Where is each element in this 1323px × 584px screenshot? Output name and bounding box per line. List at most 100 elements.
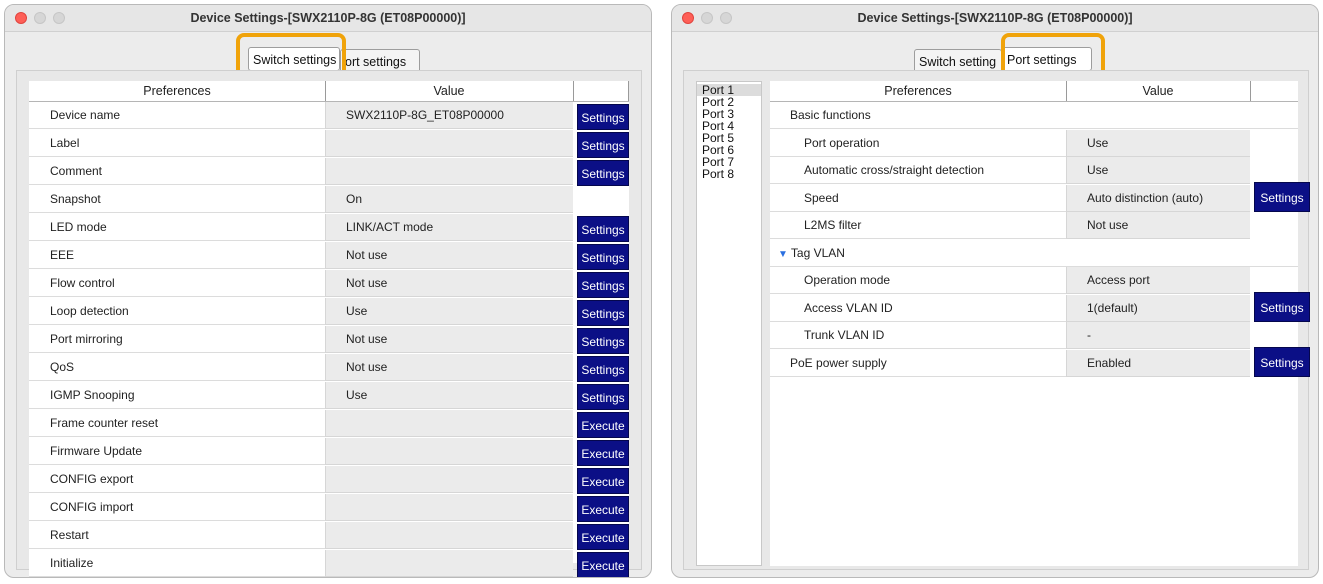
switch-settings-table: Preferences Value Device name SWX2110P-8G… [29, 81, 629, 577]
table-row: Speed Auto distinction (auto) [770, 184, 1298, 213]
value-label [325, 130, 573, 157]
table-row: Port mirroring Not use Settings [29, 326, 629, 354]
table-row: Firmware Update Execute [29, 438, 629, 466]
pref-trunk-vlan-id: Trunk VLAN ID [770, 322, 1066, 349]
value-poe-power-supply: Enabled [1066, 349, 1250, 377]
pref-igmp-snooping: IGMP Snooping [29, 382, 325, 409]
pref-automatic-cross-straight-detection: Automatic cross/straight detection [770, 157, 1066, 184]
table-row: QoS Not use Settings [29, 354, 629, 382]
pref-label: Port operation [804, 135, 880, 150]
expand-triangle-icon[interactable]: ▼ [778, 249, 788, 260]
basic-functions-settings-button[interactable]: Settings [1254, 182, 1310, 212]
pref-eee: EEE [29, 242, 325, 269]
value-initialize [325, 550, 573, 577]
led-mode-settings-button[interactable]: Settings [577, 216, 629, 242]
value-led-mode: LINK/ACT mode [325, 214, 573, 241]
pref-speed: Speed [770, 185, 1066, 212]
pref-tag-vlan[interactable]: ▼ Tag VLAN [770, 240, 1298, 267]
pref-restart: Restart [29, 522, 325, 549]
pref-port-mirroring: Port mirroring [29, 326, 325, 353]
loop-detection-settings-button[interactable]: Settings [577, 300, 629, 326]
port-item-8[interactable]: Port 8 [697, 168, 761, 180]
tag-vlan-settings-button[interactable]: Settings [1254, 292, 1310, 322]
eee-settings-button[interactable]: Settings [577, 244, 629, 270]
value-config-import [325, 494, 573, 521]
table-row: Automatic cross/straight detection Use [770, 157, 1298, 185]
pref-device-name: Device name [29, 102, 325, 129]
pref-label: Operation mode [804, 273, 891, 287]
pref-flow-control: Flow control [29, 270, 325, 297]
initialize-execute-button[interactable]: Execute [577, 552, 629, 577]
igmp-snooping-settings-button[interactable]: Settings [577, 384, 629, 410]
table-row: LED mode LINK/ACT mode Settings [29, 214, 629, 242]
value-operation-mode: Access port [1066, 267, 1250, 294]
value-frame-counter-reset [325, 410, 573, 437]
title-bar: Device Settings-[SWX2110P-8G (ET08P00000… [672, 5, 1318, 32]
table-row: IGMP Snooping Use Settings [29, 382, 629, 410]
pref-basic-functions: Basic functions [770, 102, 1298, 129]
table-row: Snapshot On [29, 186, 629, 214]
table-row: Operation mode Access port [770, 267, 1298, 295]
value-port-mirroring: Not use [325, 326, 573, 353]
flow-control-settings-button[interactable]: Settings [577, 272, 629, 298]
device-settings-window-port: Device Settings-[SWX2110P-8G (ET08P00000… [671, 4, 1319, 578]
pref-poe-power-supply: PoE power supply [770, 350, 1066, 377]
firmware-update-execute-button[interactable]: Execute [577, 440, 629, 466]
label-settings-button[interactable]: Settings [577, 132, 629, 158]
pref-label: Tag VLAN [790, 245, 845, 260]
pref-operation-mode: Operation mode [770, 267, 1066, 294]
pref-label: L2MS filter [804, 218, 862, 232]
value-automatic-cross-straight-detection: Use [1066, 157, 1250, 184]
pref-led-mode: LED mode [29, 214, 325, 241]
title-bar: Device Settings-[SWX2110P-8G (ET08P00000… [5, 5, 651, 32]
value-l2ms-filter: Not use [1066, 212, 1250, 239]
pref-port-operation: Port operation [770, 130, 1066, 157]
table-row: Label Settings [29, 130, 629, 158]
port-settings-table: Preferences Value Basic functions Port op… [770, 81, 1310, 566]
config-import-execute-button[interactable]: Execute [577, 496, 629, 522]
value-loop-detection: Use [325, 298, 573, 325]
table-row: Comment Settings [29, 158, 629, 186]
pref-loop-detection: Loop detection [29, 298, 325, 325]
value-snapshot: On [325, 186, 573, 213]
comment-settings-button[interactable]: Settings [577, 160, 629, 186]
pref-label: Label [29, 130, 325, 157]
table-row: Initialize Execute [29, 550, 629, 577]
pref-firmware-update: Firmware Update [29, 438, 325, 465]
pref-comment: Comment [29, 158, 325, 185]
table-row: L2MS filter Not use [770, 212, 1298, 240]
window-title: Device Settings-[SWX2110P-8G (ET08P00000… [857, 11, 1133, 25]
value-firmware-update [325, 438, 573, 465]
value-flow-control: Not use [325, 270, 573, 297]
table-row: PoE power supply Enabled [770, 349, 1298, 378]
pref-qos: QoS [29, 354, 325, 381]
restart-execute-button[interactable]: Execute [577, 524, 629, 550]
qos-settings-button[interactable]: Settings [577, 356, 629, 382]
table-header: Preferences Value [29, 81, 629, 102]
pref-config-import: CONFIG import [29, 494, 325, 521]
poe-settings-button[interactable]: Settings [1254, 347, 1310, 377]
table-row: Port operation Use [770, 129, 1298, 158]
window-title: Device Settings-[SWX2110P-8G (ET08P00000… [190, 11, 466, 25]
value-comment [325, 158, 573, 185]
column-header-value: Value [1142, 84, 1174, 98]
table-row: EEE Not use Settings [29, 242, 629, 270]
pref-label: Basic functions [790, 108, 871, 122]
pref-frame-counter-reset: Frame counter reset [29, 410, 325, 437]
table-row: Loop detection Use Settings [29, 298, 629, 326]
table-row: Flow control Not use Settings [29, 270, 629, 298]
device-name-settings-button[interactable]: Settings [577, 104, 629, 130]
config-export-execute-button[interactable]: Execute [577, 468, 629, 494]
table-header: Preferences Value [770, 81, 1298, 102]
pref-label: Trunk VLAN ID [804, 328, 885, 342]
table-row: CONFIG import Execute [29, 494, 629, 522]
port-settings-panel: Port 1 Port 2 Port 3 Port 4 Port 5 Port 6 Port… [683, 70, 1310, 570]
table-row: ▼ Tag VLAN [770, 240, 1298, 268]
pref-access-vlan-id: Access VLAN ID [770, 295, 1066, 322]
table-row: Frame counter reset Execute [29, 410, 629, 438]
device-settings-window-switch: Device Settings-[SWX2110P-8G (ET08P00000… [4, 4, 652, 578]
value-port-operation: Use [1066, 129, 1250, 157]
port-mirroring-settings-button[interactable]: Settings [577, 328, 629, 354]
frame-counter-reset-execute-button[interactable]: Execute [577, 412, 629, 438]
column-header-value: Value [433, 84, 465, 98]
